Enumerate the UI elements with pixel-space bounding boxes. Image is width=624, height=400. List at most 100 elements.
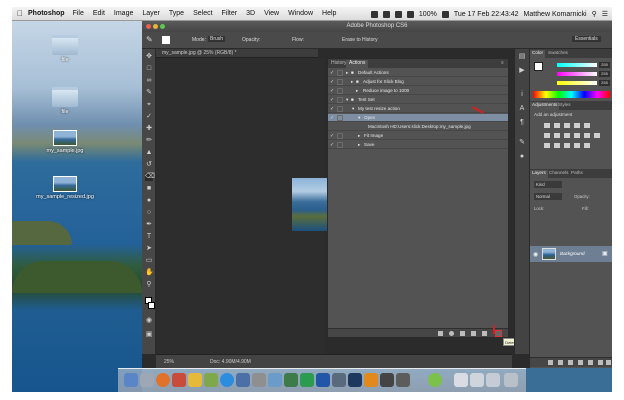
utorrent-icon[interactable] bbox=[428, 373, 442, 387]
action-step-row[interactable]: ✓ ▸ Fit Image bbox=[328, 132, 508, 140]
dialog-toggle-icon[interactable] bbox=[337, 106, 343, 112]
app-icon[interactable] bbox=[396, 373, 410, 387]
dropbox-icon[interactable] bbox=[370, 10, 378, 18]
erase-to-history-checkbox[interactable]: Erase to History bbox=[342, 37, 378, 43]
word-icon[interactable] bbox=[316, 373, 330, 387]
color-lookup-icon[interactable] bbox=[594, 133, 600, 138]
action-set-row[interactable]: ✓ ▾ ■ Test Set bbox=[328, 96, 508, 104]
new-set-button[interactable] bbox=[471, 331, 476, 336]
black-white-icon[interactable] bbox=[564, 133, 570, 138]
toggle-check-icon[interactable]: ✓ bbox=[330, 141, 336, 149]
workspace-select[interactable]: Essentials bbox=[572, 36, 601, 42]
action-row[interactable]: ✓ ▸ ■ Adjust for Slick Blog bbox=[328, 78, 508, 86]
document-stack-icon[interactable] bbox=[470, 373, 484, 387]
illustrator-icon[interactable] bbox=[364, 373, 378, 387]
toggle-check-icon[interactable]: ✓ bbox=[330, 69, 336, 77]
brush-preset-swatch[interactable] bbox=[162, 36, 170, 44]
tab-layers[interactable]: Layers bbox=[530, 170, 548, 178]
delete-layer-icon[interactable] bbox=[606, 360, 611, 365]
layer-row-background[interactable]: ◉ Background ▣ bbox=[530, 246, 612, 262]
clone-source-icon[interactable]: ● bbox=[518, 153, 526, 161]
minimize-window-icon[interactable] bbox=[153, 24, 158, 29]
new-layer-icon[interactable] bbox=[598, 360, 603, 365]
history-brush-tool-icon[interactable]: ↺ bbox=[145, 161, 153, 169]
shape-tool-icon[interactable]: ▭ bbox=[145, 257, 153, 265]
channel-mixer-icon[interactable] bbox=[584, 133, 590, 138]
stop-button[interactable] bbox=[438, 331, 443, 336]
photoshop-icon[interactable] bbox=[348, 373, 362, 387]
add-mask-icon[interactable] bbox=[568, 360, 573, 365]
blue-slider[interactable] bbox=[557, 81, 597, 85]
visibility-eye-icon[interactable]: ◉ bbox=[533, 251, 538, 258]
bluetooth-icon[interactable] bbox=[382, 10, 390, 18]
expand-arrow-icon[interactable]: ▸ bbox=[351, 78, 353, 86]
play-button[interactable] bbox=[460, 331, 465, 336]
menu-filter[interactable]: Filter bbox=[222, 10, 238, 17]
new-group-icon[interactable] bbox=[588, 360, 593, 365]
collapse-arrow-icon[interactable]: ▾ bbox=[346, 96, 348, 104]
toggle-check-icon[interactable]: ✓ bbox=[330, 78, 336, 86]
finder-icon[interactable] bbox=[124, 373, 138, 387]
expand-arrow-icon[interactable]: ▸ bbox=[356, 87, 358, 95]
dialog-toggle-icon[interactable] bbox=[337, 79, 343, 85]
app-icon[interactable] bbox=[300, 373, 314, 387]
tab-actions[interactable]: Actions bbox=[346, 60, 369, 68]
gradient-tool-icon[interactable]: ■ bbox=[145, 185, 153, 193]
mode-select[interactable]: Brush bbox=[208, 36, 226, 42]
dialog-toggle-icon[interactable] bbox=[337, 133, 343, 139]
green-slider[interactable] bbox=[557, 72, 597, 76]
blue-value[interactable]: 255 bbox=[599, 80, 610, 86]
launchpad-icon[interactable] bbox=[140, 373, 154, 387]
layer-name[interactable]: Background bbox=[560, 251, 585, 256]
color-spectrum-ramp[interactable] bbox=[533, 91, 610, 98]
layer-filter-kind[interactable]: Kind bbox=[534, 181, 562, 188]
dialog-toggle-icon[interactable] bbox=[337, 97, 343, 103]
desktop-folder[interactable]: file bbox=[33, 87, 97, 116]
user-name[interactable]: Matthew Komarnicki bbox=[524, 11, 587, 18]
tab-color[interactable]: Color bbox=[530, 50, 545, 58]
brush-tool-icon[interactable]: ✏ bbox=[145, 137, 153, 145]
invert-icon[interactable] bbox=[544, 143, 550, 148]
tab-adjustments[interactable]: Adjustments bbox=[530, 102, 560, 110]
red-value[interactable]: 255 bbox=[599, 62, 610, 68]
desktop-image-file[interactable]: my_sample.jpg bbox=[33, 130, 97, 155]
menu-select[interactable]: Select bbox=[193, 10, 212, 17]
vibrance-icon[interactable] bbox=[584, 123, 590, 128]
panel-menu-icon[interactable]: ≡ bbox=[498, 60, 507, 66]
menu-edit[interactable]: Edit bbox=[93, 10, 105, 17]
menu-image[interactable]: Image bbox=[114, 10, 133, 17]
wifi-icon[interactable] bbox=[394, 10, 402, 18]
dialog-toggle-icon[interactable] bbox=[337, 142, 343, 148]
expand-arrow-icon[interactable]: ▸ bbox=[358, 141, 360, 149]
eyedropper-tool-icon[interactable]: ✓ bbox=[145, 113, 153, 121]
red-slider[interactable] bbox=[557, 63, 597, 67]
new-action-button[interactable] bbox=[482, 331, 487, 336]
collapse-arrow-icon[interactable]: ▾ bbox=[358, 114, 360, 122]
zoom-level[interactable]: 25% bbox=[164, 359, 174, 365]
menu-app-name[interactable]: Photoshop bbox=[28, 10, 65, 17]
dialog-toggle-icon[interactable] bbox=[337, 88, 343, 94]
dialog-toggle-icon[interactable] bbox=[337, 70, 343, 76]
hand-tool-icon[interactable]: ✋ bbox=[145, 269, 154, 277]
exposure-icon[interactable] bbox=[574, 123, 580, 128]
apple-menu-icon[interactable]:  bbox=[12, 9, 28, 18]
link-layers-icon[interactable] bbox=[548, 360, 553, 365]
path-select-tool-icon[interactable]: ➤ bbox=[145, 245, 153, 253]
desktop-folder[interactable]: file bbox=[33, 35, 97, 64]
pen-tool-icon[interactable]: ✒ bbox=[145, 221, 153, 229]
screen-mode-icon[interactable]: ▣ bbox=[145, 331, 153, 339]
app-icon[interactable] bbox=[236, 373, 250, 387]
quick-select-tool-icon[interactable]: ✎ bbox=[145, 89, 153, 97]
menu-window[interactable]: Window bbox=[288, 10, 313, 17]
document-stack-icon[interactable] bbox=[454, 373, 468, 387]
app-icon[interactable] bbox=[332, 373, 346, 387]
toggle-check-icon[interactable]: ✓ bbox=[330, 87, 336, 95]
color-balance-icon[interactable] bbox=[554, 133, 560, 138]
volume-icon[interactable] bbox=[406, 10, 414, 18]
clock[interactable]: Tue 17 Feb 22:43:42 bbox=[454, 11, 519, 18]
skype-icon[interactable] bbox=[220, 373, 234, 387]
menu-type[interactable]: Type bbox=[169, 10, 184, 17]
type-tool-icon[interactable]: T bbox=[145, 233, 153, 241]
curves-icon[interactable] bbox=[564, 123, 570, 128]
tab-styles[interactable]: Styles bbox=[556, 102, 573, 107]
